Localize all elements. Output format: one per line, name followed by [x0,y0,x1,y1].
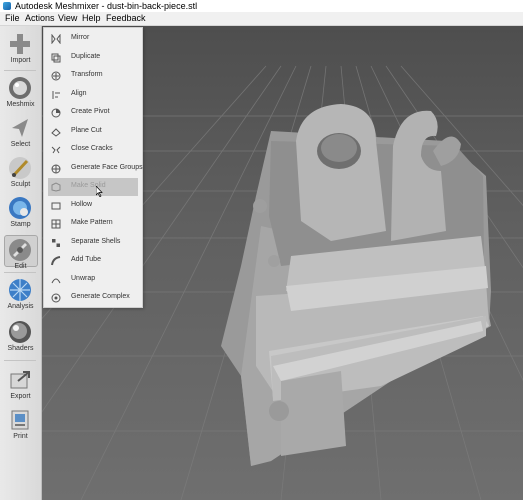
separate-shells-icon [52,238,60,247]
tool-export[interactable]: Export [0,368,41,408]
menu-item-close-cracks[interactable]: Close Cracks [44,141,142,159]
export-icon [10,371,30,389]
menu-item-label: Unwrap [71,274,96,282]
menu-item-label: Generate Face Groups [71,163,143,171]
menu-actions[interactable]: Actions [25,12,55,25]
tool-label: Select [10,141,31,148]
menu-item-plane-cut[interactable]: Plane Cut [44,123,142,141]
close-cracks-icon [51,146,61,154]
menu-bar: File Actions View Help Feedback [0,12,523,26]
tool-import[interactable]: Import [0,32,41,72]
transform-icon [51,71,61,81]
tool-label: Print [13,433,28,440]
plane-cut-icon [51,127,61,137]
sculpt-brush-icon [9,157,31,179]
tube-icon [51,256,61,266]
duplicate-icon [51,53,61,62]
menu-item-label: Plane Cut [71,126,102,134]
meshmix-sphere-icon [9,77,31,99]
tool-label: Stamp [10,221,31,228]
menu-item-label: Transform [71,71,103,78]
menu-item-generate-face-groups[interactable]: Generate Face Groups [44,160,143,178]
tool-label: Shaders [7,345,34,352]
mesh-model-dust-bin-back-piece[interactable] [221,104,491,466]
edit-icon [9,239,31,261]
menu-item-hollow[interactable]: Hollow [44,197,142,215]
make-solid-icon [51,182,61,192]
menu-file[interactable]: File [5,12,20,25]
select-arrow-icon [12,119,28,137]
menu-item-label: Close Cracks [71,145,113,152]
tool-analysis[interactable]: Analysis [0,278,41,318]
shader-sphere-icon [9,321,31,343]
tool-label: Edit [14,263,27,270]
left-toolbar: Import Meshmix Select Sculpt Stamp Edit [0,26,42,500]
window-title: Autodesk Meshmixer - dust-bin-back-piece… [15,1,198,11]
menu-help[interactable]: Help [82,12,101,25]
tool-stamp[interactable]: Stamp [0,196,41,236]
toolbar-divider [4,70,36,71]
toolbar-divider [4,360,36,361]
pattern-icon [51,219,61,229]
menu-item-align[interactable]: Align [44,86,142,104]
print-icon [11,410,29,430]
tool-label: Analysis [7,303,34,310]
tool-label: Export [10,393,31,400]
menu-view[interactable]: View [58,12,77,25]
menu-item-generate-complex[interactable]: Generate Complex [44,289,142,307]
menu-item-label: Separate Shells [71,237,121,245]
menu-item-add-tube[interactable]: Add Tube [44,252,142,270]
tool-print[interactable]: Print [0,408,41,448]
menu-item-label: Align [71,89,87,97]
pivot-icon [51,108,61,118]
menu-item-label: Make Pattern [71,219,113,226]
mirror-icon [51,34,61,44]
menu-item-label: Mirror [71,34,90,41]
tool-sculpt[interactable]: Sculpt [0,156,41,196]
menu-item-create-pivot[interactable]: Create Pivot [44,104,142,122]
menu-item-separate-shells[interactable]: Separate Shells [44,234,142,252]
stamp-icon [9,197,31,219]
menu-item-label: Duplicate [71,52,101,60]
menu-item-label: Hollow [71,200,93,208]
menu-item-mirror[interactable]: Mirror [44,30,142,48]
meshmixer-app-icon [3,2,11,10]
menu-item-unwrap[interactable]: Unwrap [44,271,142,289]
menu-item-make-pattern[interactable]: Make Pattern [44,215,142,233]
analysis-sphere-icon [9,279,31,301]
menu-item-duplicate[interactable]: Duplicate [44,49,142,67]
menu-item-label: Create Pivot [71,108,110,115]
complex-icon [51,293,61,303]
tool-meshmix[interactable]: Meshmix [0,76,41,116]
align-icon [52,90,60,99]
mouse-cursor-icon [96,186,103,197]
toolbar-divider [4,272,36,273]
tool-label: Sculpt [10,181,31,188]
title-bar: Autodesk Meshmixer - dust-bin-back-piece… [0,0,523,12]
menu-item-make-solid[interactable]: Make Solid [48,178,138,197]
menu-item-transform[interactable]: Transform [44,67,142,85]
edit-flyout-menu: Mirror Duplicate Transform Align Create … [43,27,143,308]
menu-feedback[interactable]: Feedback [106,12,146,25]
face-groups-icon [51,164,61,173]
menu-item-label: Generate Complex [71,293,130,300]
tool-label: Meshmix [6,101,35,108]
tool-label: Import [10,57,31,64]
hollow-icon [51,202,61,209]
unwrap-icon [51,278,61,283]
tool-select[interactable]: Select [0,116,41,156]
menu-item-label: Add Tube [71,256,101,263]
tool-shaders[interactable]: Shaders [0,320,41,360]
plus-icon [10,34,30,54]
